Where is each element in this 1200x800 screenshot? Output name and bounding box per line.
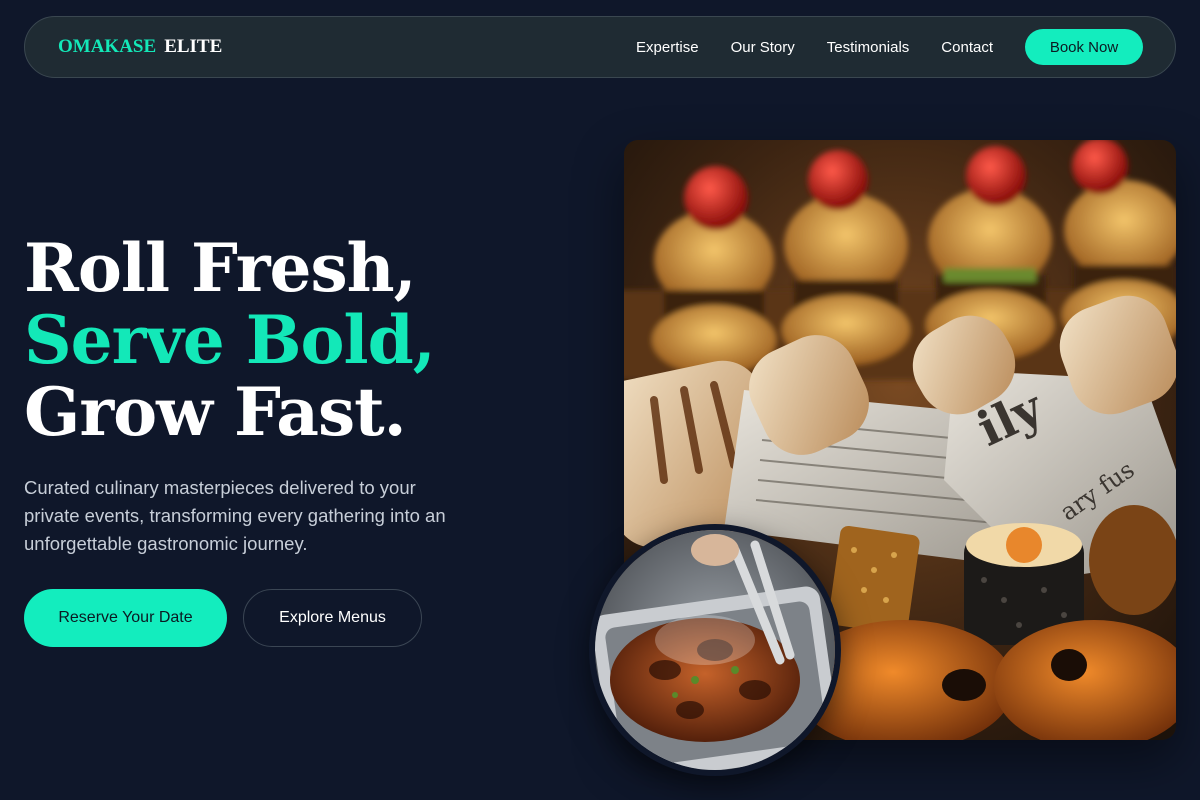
logo[interactable]: OMAKASE ELITE (58, 36, 222, 58)
nav-link-testimonials[interactable]: Testimonials (827, 39, 910, 56)
book-now-button[interactable]: Book Now (1025, 29, 1143, 65)
hero-title-line-1: Roll Fresh, (24, 229, 417, 307)
hero-title-line-3: Grow Fast. (24, 373, 407, 451)
explore-menus-button[interactable]: Explore Menus (243, 589, 422, 647)
nav-link-contact[interactable]: Contact (941, 39, 993, 56)
grilled-meat-image (589, 524, 841, 776)
nav-link-our-story[interactable]: Our Story (731, 39, 795, 56)
hero-title: Roll Fresh, Serve Bold, Grow Fast. (24, 229, 436, 451)
logo-plain: ELITE (164, 36, 223, 57)
grilled-meat-illustration (595, 530, 835, 770)
navbar: OMAKASE ELITE Expertise Our Story Testim… (24, 16, 1176, 78)
logo-accent: OMAKASE (58, 36, 157, 57)
hero-subtitle: Curated culinary masterpieces delivered … (24, 477, 446, 554)
landing-page: OMAKASE ELITE Expertise Our Story Testim… (0, 0, 1200, 800)
hero-title-line-2: Serve Bold, (24, 301, 436, 379)
nav-links: Expertise Our Story Testimonials Contact… (636, 29, 1143, 65)
reserve-date-button[interactable]: Reserve Your Date (24, 589, 227, 647)
nav-link-expertise[interactable]: Expertise (636, 39, 699, 56)
